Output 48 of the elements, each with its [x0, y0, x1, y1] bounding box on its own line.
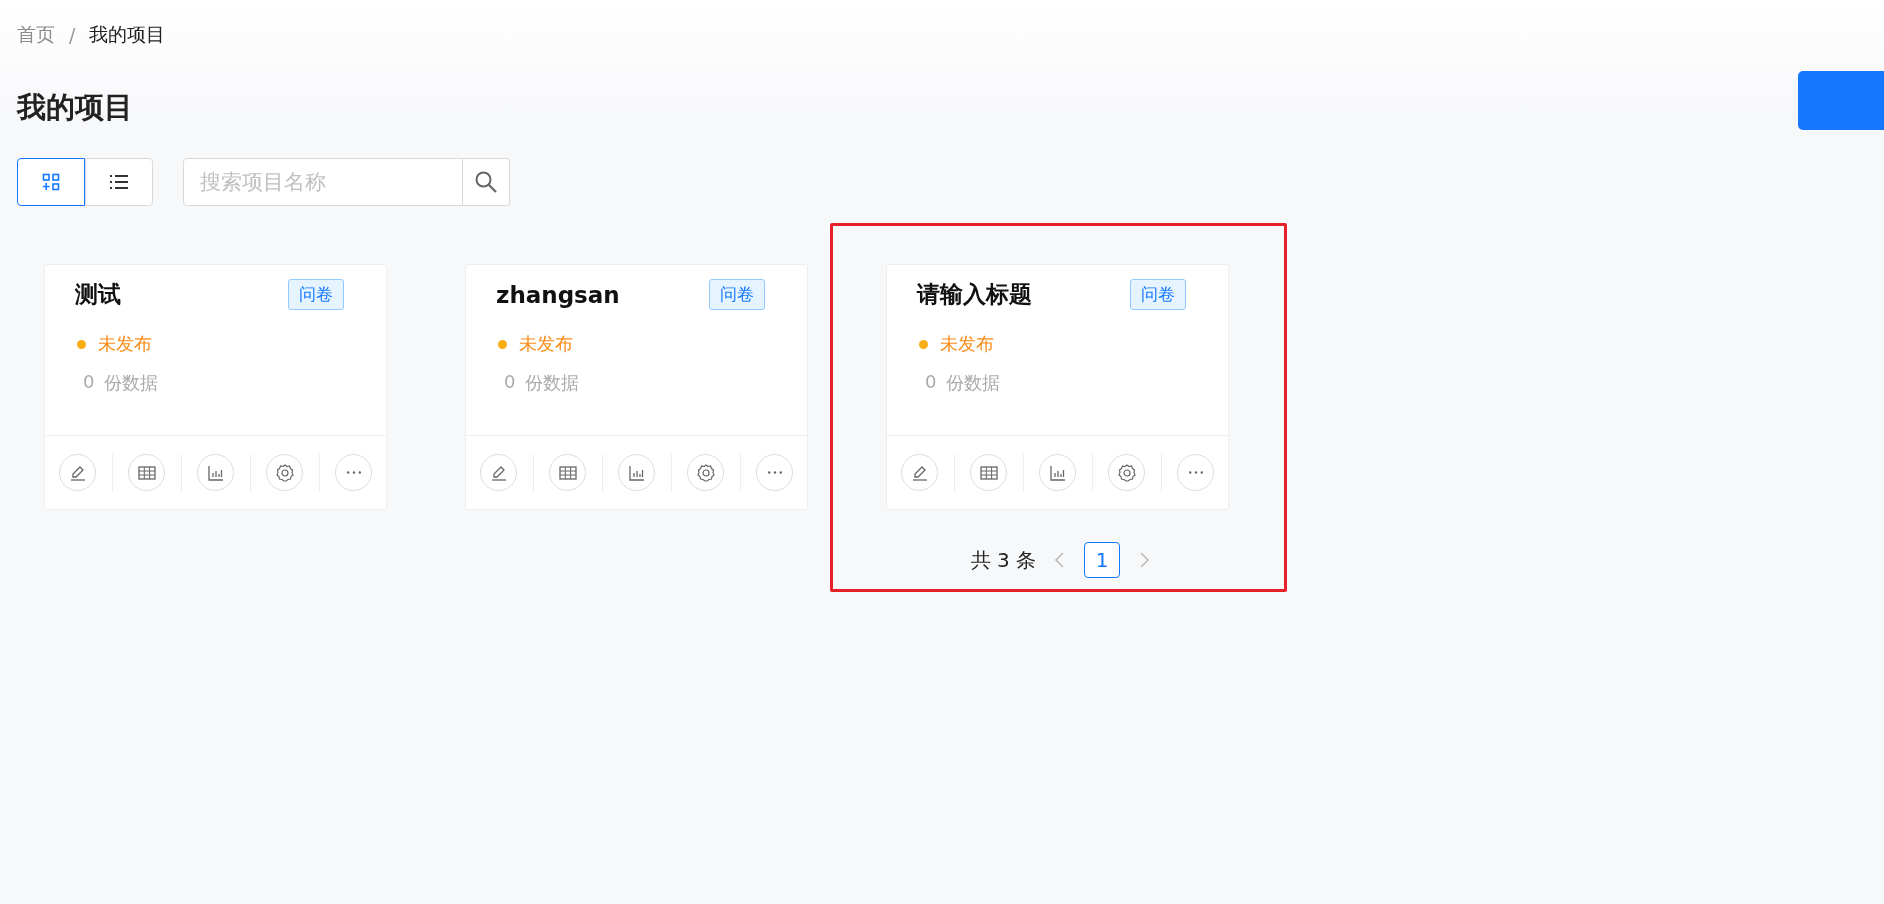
edit-button[interactable] — [480, 454, 517, 491]
more-icon — [1188, 471, 1203, 474]
search-button[interactable] — [463, 158, 510, 206]
response-count: 0 — [504, 371, 516, 394]
edit-button[interactable] — [59, 454, 96, 491]
list-view-button[interactable] — [85, 158, 153, 206]
settings-icon — [274, 462, 295, 483]
project-card[interactable]: 测试 问卷 未发布 0 份数据 — [44, 264, 387, 510]
gear-button[interactable] — [687, 454, 724, 491]
gear-button[interactable] — [266, 454, 303, 491]
type-tag: 问卷 — [288, 279, 344, 310]
response-count: 0 — [83, 371, 95, 394]
table-button[interactable] — [549, 454, 586, 491]
response-count-unit: 份数据 — [525, 371, 580, 395]
settings-icon — [695, 462, 716, 483]
project-title: 请输入标题 — [917, 280, 1032, 309]
grid-icon — [42, 173, 60, 191]
project-title: zhangsan — [496, 281, 620, 308]
grid-view-button[interactable] — [17, 158, 85, 206]
edit-button[interactable] — [901, 454, 938, 491]
gear-button[interactable] — [1108, 454, 1145, 491]
project-title: 测试 — [75, 280, 121, 309]
table-button[interactable] — [128, 454, 165, 491]
chart-button[interactable] — [618, 454, 655, 491]
table-button[interactable] — [970, 454, 1007, 491]
breadcrumb-item: 我的项目 — [89, 22, 166, 47]
status-label: 未发布 — [98, 332, 152, 356]
status-label: 未发布 — [519, 332, 573, 356]
more-icon — [346, 471, 361, 474]
list-icon — [109, 173, 129, 191]
response-count-unit: 份数据 — [104, 371, 159, 395]
chart-button[interactable] — [1039, 454, 1076, 491]
breadcrumb-separator: / — [69, 24, 76, 46]
page-button[interactable]: 1 — [1084, 542, 1121, 578]
search-field[interactable]: 搜索项目名称 — [183, 158, 463, 206]
search-icon — [474, 170, 498, 194]
status-label: 未发布 — [940, 332, 994, 356]
type-tag: 问卷 — [709, 279, 765, 310]
response-count-unit: 份数据 — [946, 371, 1001, 395]
project-card[interactable]: 请输入标题 问卷 未发布 0 份数据 — [886, 264, 1229, 510]
settings-icon — [1116, 462, 1137, 483]
total-count: 共 3 条 — [970, 546, 1037, 574]
page-title: 我的项目 — [17, 89, 133, 126]
response-count: 0 — [925, 371, 937, 394]
more-icon — [767, 471, 782, 474]
chart-button[interactable] — [197, 454, 234, 491]
project-card[interactable]: zhangsan 问卷 未发布 0 份数据 — [465, 264, 808, 510]
type-tag: 问卷 — [1130, 279, 1186, 310]
